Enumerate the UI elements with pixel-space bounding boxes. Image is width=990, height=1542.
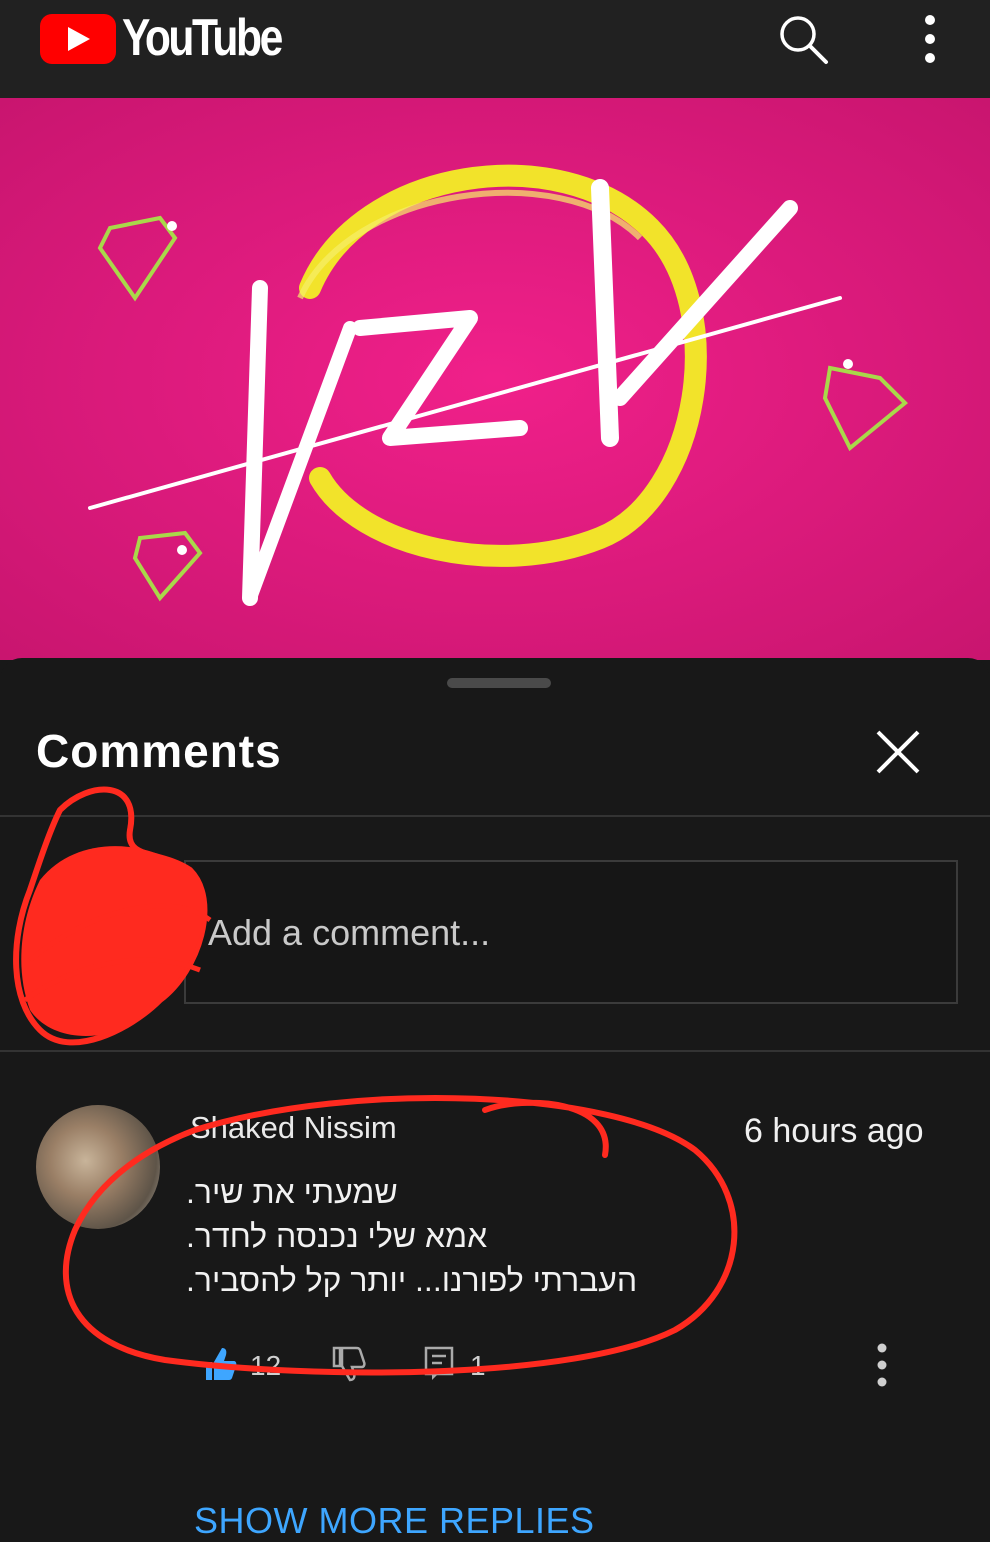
top-app-bar: YouTube — [0, 0, 990, 98]
comment-time: 6 hours ago — [744, 1112, 924, 1150]
thumbs-up-icon[interactable] — [202, 1346, 238, 1382]
thumbs-down-icon[interactable] — [330, 1346, 366, 1382]
divider — [0, 815, 990, 817]
comments-title: Comments — [36, 725, 282, 777]
comments-panel: Comments Shaked Nissim 6 hours ago שמעתי… — [0, 658, 990, 1542]
video-player[interactable] — [0, 98, 990, 660]
comment-more-icon[interactable] — [866, 1340, 898, 1390]
close-icon[interactable] — [866, 720, 930, 784]
youtube-wordmark[interactable]: YouTube — [122, 8, 283, 68]
reply-count: 1 — [470, 1350, 486, 1381]
youtube-logo-icon[interactable] — [40, 14, 116, 64]
comment-author[interactable]: Shaked Nissim — [190, 1110, 397, 1146]
comment-text-line: אמא שלי נכנסה לחדר. — [186, 1218, 488, 1254]
comment-text-line: שמעתי את שיר. — [186, 1174, 398, 1210]
show-more-replies-button[interactable]: SHOW MORE REPLIES — [194, 1500, 595, 1542]
search-icon[interactable] — [776, 12, 830, 66]
divider — [0, 1050, 990, 1052]
add-comment-input[interactable] — [208, 908, 908, 958]
drag-handle[interactable] — [447, 678, 551, 688]
like-count: 12 — [250, 1350, 282, 1381]
comment-text-line: העברתי לפורנו... יותר קל להסביר. — [186, 1262, 638, 1298]
comment-box[interactable] — [184, 860, 958, 1004]
commenter-avatar[interactable] — [36, 1105, 160, 1229]
my-avatar — [44, 908, 164, 1028]
more-vertical-icon[interactable] — [906, 10, 954, 68]
video-thumbnail — [0, 98, 990, 660]
reply-icon[interactable] — [424, 1346, 454, 1382]
